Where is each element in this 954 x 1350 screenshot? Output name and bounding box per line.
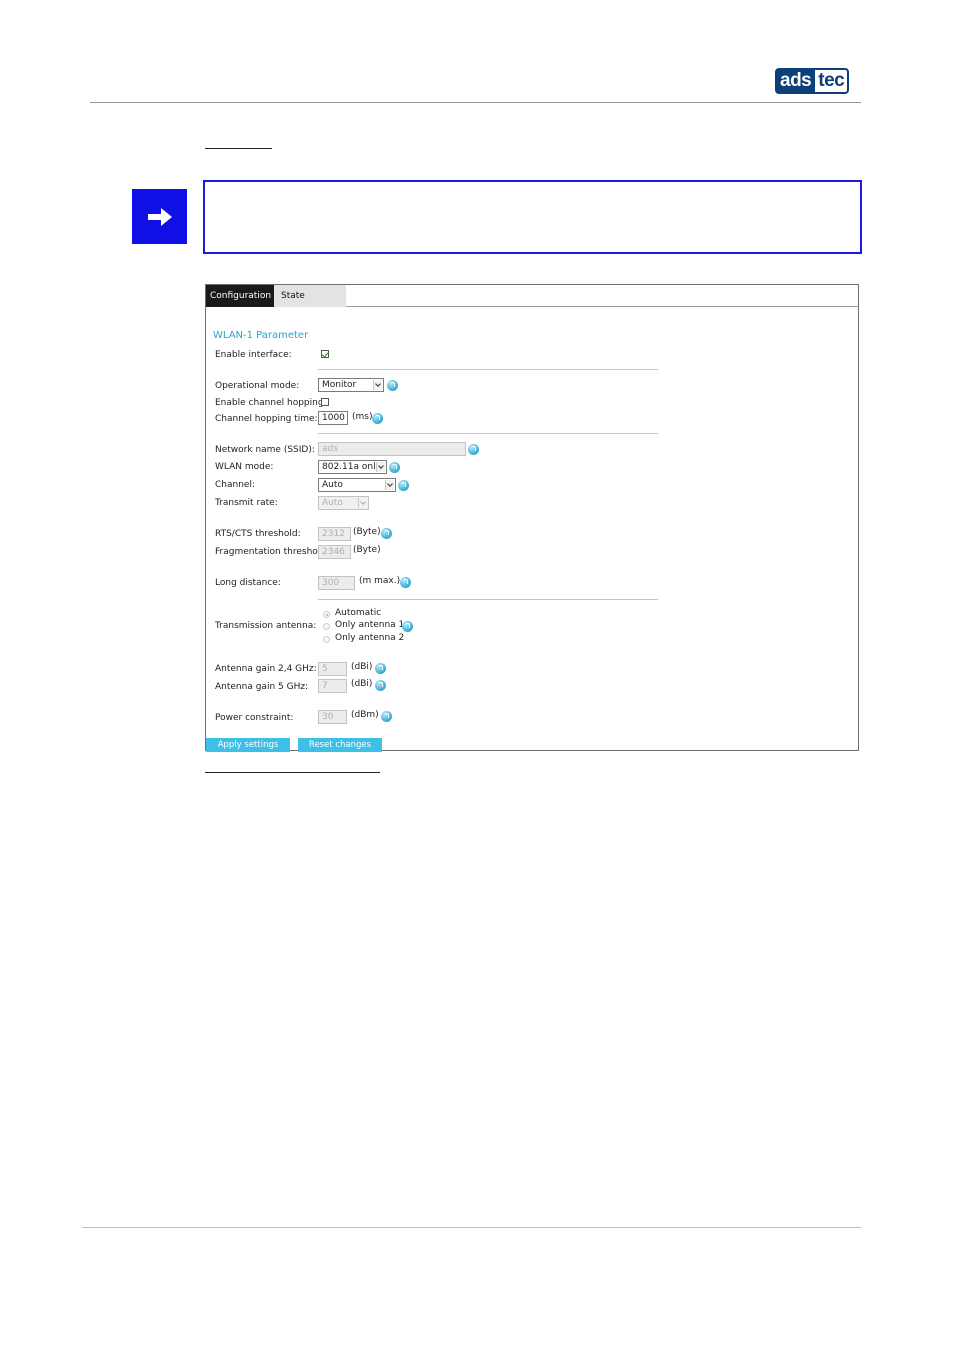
- help-icon[interactable]: [381, 711, 392, 722]
- chevron-down-icon: [373, 380, 382, 390]
- power-constraint-input[interactable]: 30: [318, 710, 347, 724]
- help-icon[interactable]: [387, 380, 398, 391]
- ssid-label: Network name (SSID):: [215, 445, 315, 455]
- wlan-mode-value: 802.11a only: [322, 462, 381, 472]
- rts-cts-input[interactable]: 2312: [318, 527, 351, 541]
- antenna-option-label: Only antenna 1: [335, 620, 405, 630]
- channel-label: Channel:: [215, 480, 255, 490]
- help-icon[interactable]: [381, 528, 392, 539]
- antenna-gain-24-input[interactable]: 5: [318, 662, 347, 676]
- section-title: WLAN-1 Parameter: [213, 330, 309, 341]
- wlan-mode-label: WLAN mode:: [215, 462, 274, 472]
- tab-bar: Configuration State: [206, 285, 858, 307]
- antenna-gain-24-unit: (dBi): [351, 662, 373, 672]
- heading-underline: [205, 148, 272, 149]
- transmit-rate-select[interactable]: Auto: [318, 496, 369, 510]
- caption-underline: [205, 772, 380, 773]
- help-icon[interactable]: [400, 577, 411, 588]
- enable-interface-label: Enable interface:: [215, 350, 292, 360]
- tab-state[interactable]: State: [274, 285, 346, 307]
- hopping-time-unit: (ms): [352, 412, 373, 422]
- transmission-antenna-label: Transmission antenna:: [215, 621, 317, 631]
- note-box: [203, 180, 862, 254]
- antenna-gain-5-label: Antenna gain 5 GHz:: [215, 682, 309, 692]
- channel-hopping-label: Enable channel hopping:: [215, 398, 327, 408]
- enable-interface-checkbox[interactable]: [321, 350, 329, 358]
- transmit-rate-value: Auto: [322, 498, 343, 508]
- fragmentation-label: Fragmentation threshold:: [215, 547, 330, 557]
- operational-mode-select[interactable]: Monitor: [318, 378, 384, 392]
- separator: [318, 433, 658, 434]
- header-divider: [90, 102, 861, 103]
- help-icon[interactable]: [375, 663, 386, 674]
- power-constraint-unit: (dBm): [351, 710, 379, 720]
- help-icon[interactable]: [389, 462, 400, 473]
- antenna-option-label: Automatic: [335, 608, 382, 618]
- footer-divider: [82, 1227, 861, 1228]
- logo-tec-text: tec: [813, 68, 850, 94]
- fragmentation-input[interactable]: 2346: [318, 545, 351, 559]
- antenna-option-label: Only antenna 2: [335, 633, 405, 643]
- hopping-time-label: Channel hopping time:: [215, 414, 318, 424]
- reset-changes-button[interactable]: Reset changes: [298, 738, 382, 752]
- help-icon[interactable]: [402, 621, 413, 632]
- channel-value: Auto: [322, 480, 343, 490]
- ads-tec-logo: ads tec: [775, 68, 859, 94]
- antenna-gain-5-input[interactable]: 7: [318, 679, 347, 693]
- antenna-automatic-radio[interactable]: [323, 611, 330, 618]
- help-icon[interactable]: [398, 480, 409, 491]
- help-icon[interactable]: [372, 413, 383, 424]
- tab-configuration[interactable]: Configuration: [206, 285, 274, 307]
- wlan-mode-select[interactable]: 802.11a only: [318, 460, 387, 474]
- help-icon[interactable]: [375, 680, 386, 691]
- channel-hopping-checkbox[interactable]: [321, 398, 329, 406]
- long-distance-input[interactable]: 300: [318, 576, 355, 590]
- help-icon[interactable]: [468, 444, 479, 455]
- hopping-time-input[interactable]: 1000: [318, 411, 348, 425]
- long-distance-unit: (m max.): [359, 576, 401, 586]
- antenna-1-radio[interactable]: [323, 623, 330, 630]
- transmit-rate-label: Transmit rate:: [215, 498, 278, 508]
- long-distance-label: Long distance:: [215, 578, 281, 588]
- separator: [318, 369, 658, 370]
- rts-cts-label: RTS/CTS threshold:: [215, 529, 301, 539]
- chevron-down-icon: [358, 498, 367, 508]
- ssid-input[interactable]: ads: [318, 442, 466, 456]
- chevron-down-icon: [376, 462, 385, 472]
- apply-settings-button[interactable]: Apply settings: [206, 738, 290, 752]
- note-arrow-icon: [132, 189, 187, 244]
- config-screenshot: Configuration State WLAN-1 Parameter Ena…: [205, 284, 859, 752]
- chevron-down-icon: [385, 480, 394, 490]
- operational-mode-label: Operational mode:: [215, 381, 300, 391]
- power-constraint-label: Power constraint:: [215, 713, 294, 723]
- separator: [318, 599, 658, 600]
- antenna-gain-24-label: Antenna gain 2,4 GHz:: [215, 664, 317, 674]
- logo-ads-text: ads: [775, 68, 814, 94]
- rts-cts-unit: (Byte): [353, 527, 381, 537]
- operational-mode-value: Monitor: [322, 380, 357, 390]
- antenna-2-radio[interactable]: [323, 636, 330, 643]
- fragmentation-unit: (Byte): [353, 545, 381, 555]
- channel-select[interactable]: Auto: [318, 478, 396, 492]
- antenna-gain-5-unit: (dBi): [351, 679, 373, 689]
